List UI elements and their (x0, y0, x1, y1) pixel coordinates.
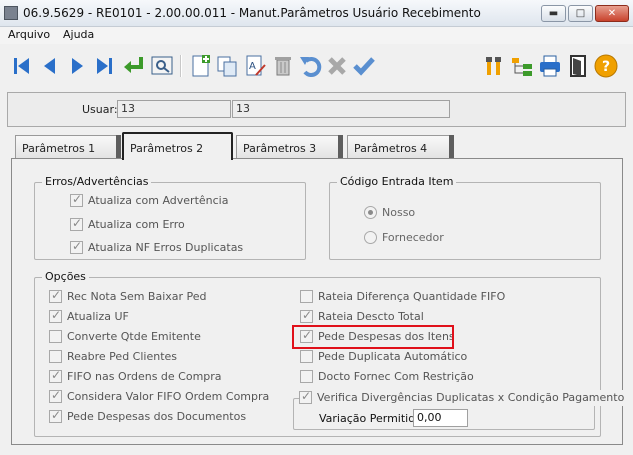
highlight-box (292, 325, 454, 349)
print-icon[interactable] (537, 53, 563, 79)
checkbox[interactable] (299, 389, 312, 404)
toolbar: A ? (0, 46, 633, 89)
divergence-group: Verifica Divergências Duplicatas x Condi… (293, 389, 629, 430)
delete-icon[interactable] (270, 53, 296, 79)
app-icon (4, 6, 18, 20)
new-icon[interactable] (187, 53, 213, 79)
previous-record-icon[interactable] (37, 53, 63, 79)
maximize-button[interactable]: □ (568, 5, 593, 22)
options-group-title: Opções (42, 270, 89, 283)
errors-group-title: Erros/Advertências (42, 175, 152, 188)
copy-icon[interactable] (214, 53, 240, 79)
tab-parametros-1[interactable]: Parâmetros 1 (15, 135, 121, 159)
help-glyph: ? (602, 59, 610, 75)
checkbox[interactable] (49, 350, 62, 363)
window-title: 06.9.5629 - RE0101 - 2.00.00.011 - Manut… (23, 6, 481, 20)
toolbar-separator (180, 55, 182, 77)
tools-icon[interactable] (481, 53, 507, 79)
tab-label: Parâmetros 1 (22, 142, 96, 155)
checkbox[interactable] (49, 330, 62, 343)
last-record-icon[interactable] (91, 53, 117, 79)
tab-panel-parametros-2: Erros/Advertências Atualiza com Advertên… (11, 158, 629, 445)
save-icon[interactable] (351, 53, 377, 79)
close-button[interactable]: ✕ (595, 5, 629, 22)
edit-icon[interactable]: A (242, 53, 268, 79)
minimize-button[interactable]: ▬ (541, 5, 566, 22)
radio-button[interactable] (364, 206, 377, 219)
tree-icon[interactable] (509, 53, 535, 79)
checkbox[interactable] (300, 370, 313, 383)
checkbox[interactable] (49, 288, 62, 303)
undo-icon[interactable] (297, 53, 323, 79)
entry-code-group: Código Entrada Item Nosso Fornecedor (329, 175, 601, 260)
title-bar: 06.9.5629 - RE0101 - 2.00.00.011 - Manut… (0, 0, 633, 27)
user-code-field[interactable]: 13 (117, 100, 231, 118)
search-icon[interactable] (149, 53, 175, 79)
checkbox[interactable] (70, 216, 83, 231)
checkbox[interactable] (49, 388, 62, 403)
first-record-icon[interactable] (9, 53, 35, 79)
help-icon[interactable]: ? (593, 53, 619, 79)
checkbox[interactable] (70, 239, 83, 254)
radio-button[interactable] (364, 231, 377, 244)
user-name-field: 13 (232, 100, 450, 118)
checkbox[interactable] (300, 350, 313, 363)
tab-parametros-3[interactable]: Parâmetros 3 (236, 135, 343, 159)
cancel-icon[interactable] (324, 53, 350, 79)
checkbox[interactable] (300, 308, 313, 323)
variation-label: Variação Permitida: (319, 412, 426, 425)
menu-arquivo[interactable]: Arquivo (8, 28, 50, 41)
entry-code-group-title: Código Entrada Item (337, 175, 457, 188)
tab-label: Parâmetros 4 (354, 142, 428, 155)
checkbox[interactable] (49, 368, 62, 383)
tab-label: Parâmetros 3 (243, 142, 317, 155)
goto-icon[interactable] (121, 53, 147, 79)
checkbox[interactable] (49, 308, 62, 323)
menu-ajuda[interactable]: Ajuda (63, 28, 94, 41)
errors-group: Erros/Advertências Atualiza com Advertên… (34, 175, 306, 260)
checkbox[interactable] (300, 290, 313, 303)
checkbox[interactable] (49, 408, 62, 423)
checkbox[interactable] (70, 192, 83, 207)
tab-parametros-4[interactable]: Parâmetros 4 (347, 135, 454, 159)
tab-label: Parâmetros 2 (130, 142, 204, 155)
options-group: Opções Rec Nota Sem Baixar Ped Atualiza … (34, 270, 629, 437)
variation-field[interactable]: 0,00 (413, 409, 468, 427)
exit-icon[interactable] (565, 53, 591, 79)
tab-parametros-2[interactable]: Parâmetros 2 (122, 132, 233, 160)
chk-verifica-divergencias[interactable]: Verifica Divergências Duplicatas x Condi… (299, 389, 629, 406)
header-panel: Usuar: 13 13 (7, 92, 626, 127)
svg-text:A: A (249, 61, 256, 72)
user-label: Usuar: (82, 103, 118, 116)
next-record-icon[interactable] (64, 53, 90, 79)
menu-bar: Arquivo Ajuda (0, 27, 633, 44)
